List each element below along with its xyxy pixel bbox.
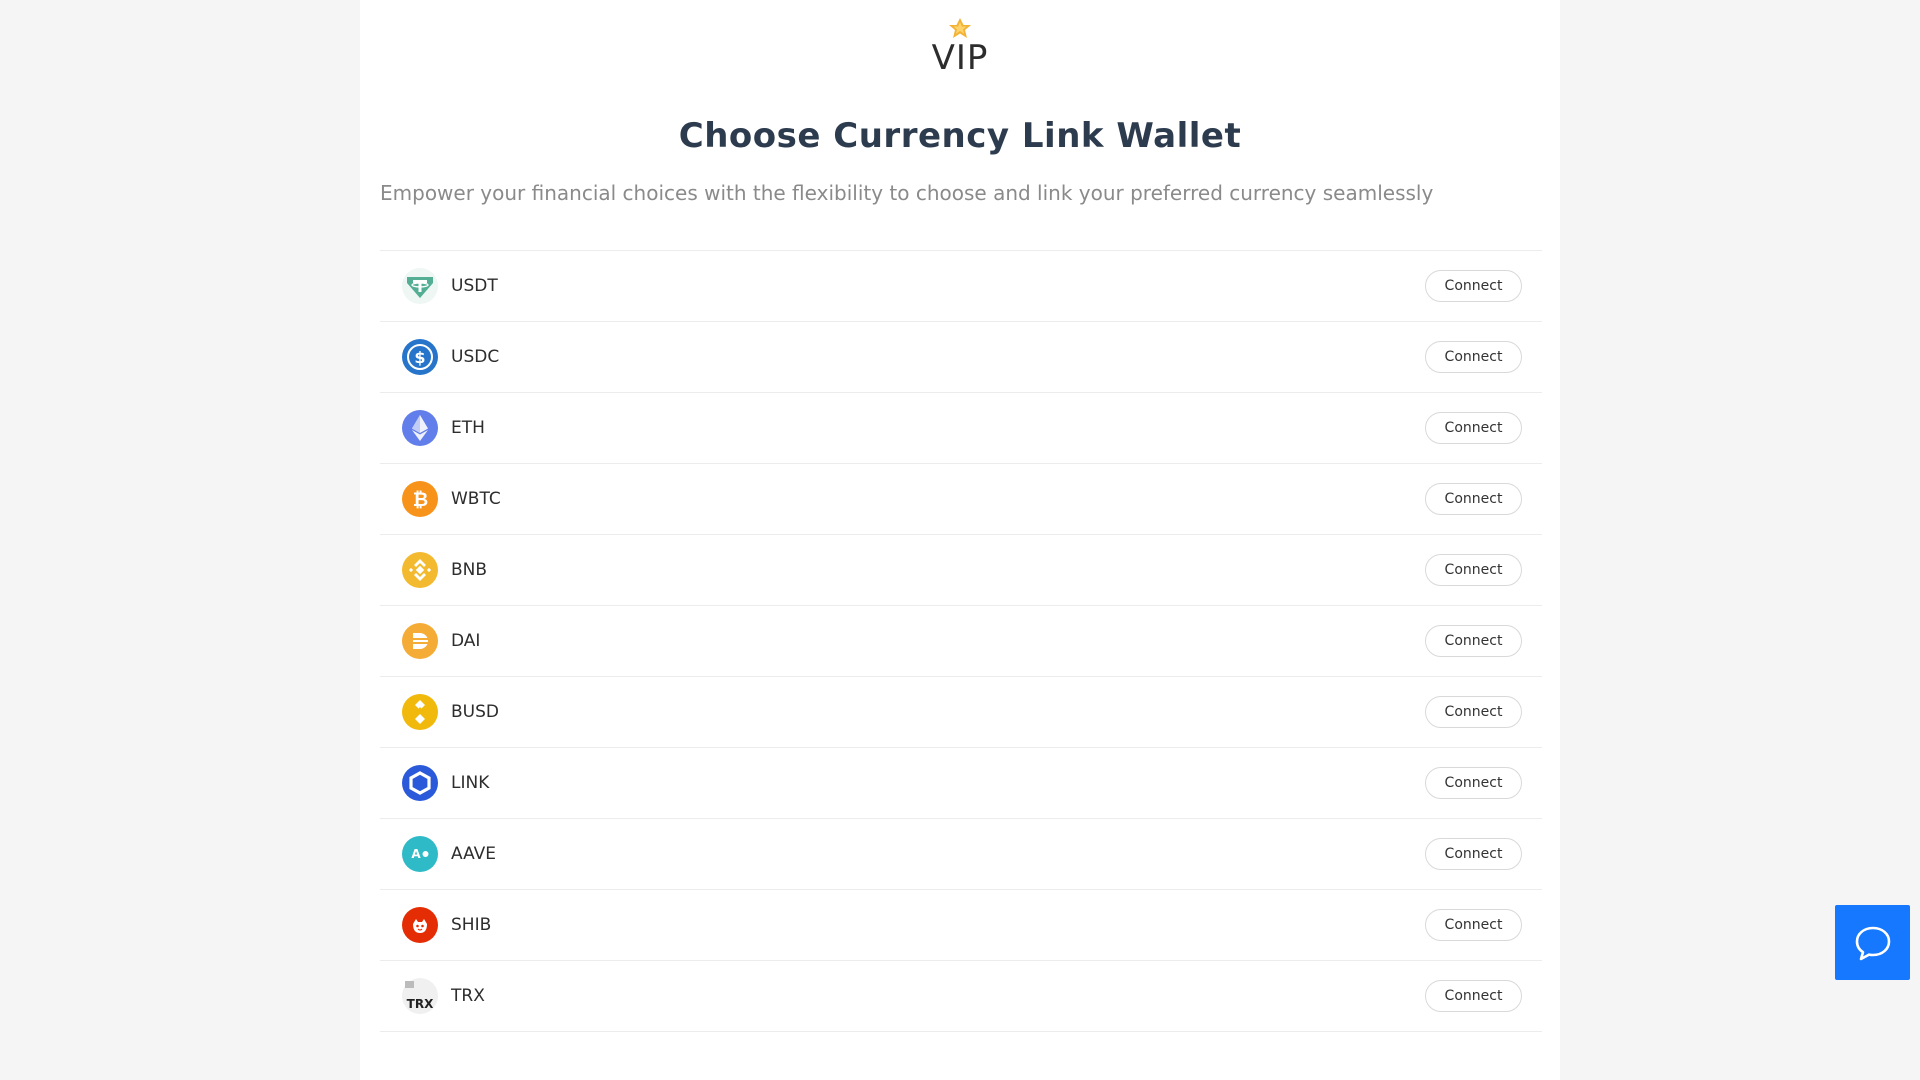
currency-symbol: ETH [451, 418, 485, 438]
vip-logo[interactable]: VIP [360, 18, 1560, 76]
dai-icon [402, 623, 438, 659]
svg-text:TRX: TRX [407, 997, 434, 1011]
page-subtitle: Empower your financial choices with the … [380, 181, 1434, 205]
eth-icon [402, 410, 438, 446]
svg-text:₿: ₿ [413, 489, 428, 511]
busd-icon [402, 694, 438, 730]
aave-icon: A [402, 836, 438, 872]
connect-button-usdc[interactable]: Connect [1425, 341, 1522, 373]
currency-row-link: LINK Connect [380, 748, 1542, 819]
link-icon [402, 765, 438, 801]
connect-button-bnb[interactable]: Connect [1425, 554, 1522, 586]
page-container: VIP Choose Currency Link Wallet Empower … [360, 0, 1560, 1080]
currency-symbol: AAVE [451, 844, 497, 864]
currency-symbol: BNB [451, 560, 488, 580]
currency-row-wbtc: ₿ WBTC Connect [380, 464, 1542, 535]
crown-icon [949, 18, 971, 38]
currency-symbol: TRX [451, 986, 485, 1006]
wbtc-icon: ₿ [402, 481, 438, 517]
currency-row-usdc: $ USDC Connect [380, 322, 1542, 393]
currency-row-dai: DAI Connect [380, 606, 1542, 677]
chat-button[interactable] [1835, 905, 1910, 980]
currency-symbol: DAI [451, 631, 481, 651]
currency-row-aave: A AAVE Connect [380, 819, 1542, 890]
page-title: Choose Currency Link Wallet [678, 116, 1242, 156]
connect-button-link[interactable]: Connect [1425, 767, 1522, 799]
currency-row-trx: TRX TRX Connect [380, 961, 1542, 1032]
svg-text:$: $ [414, 348, 425, 367]
currency-symbol: USDT [451, 276, 498, 296]
svg-text:A: A [411, 847, 421, 861]
shib-icon [402, 907, 438, 943]
currency-symbol: BUSD [451, 702, 499, 722]
currency-row-usdt: USDT Connect [380, 251, 1542, 322]
currency-row-shib: SHIB Connect [380, 890, 1542, 961]
usdc-icon: $ [402, 339, 438, 375]
currency-symbol: USDC [451, 347, 500, 367]
currency-symbol: SHIB [451, 915, 492, 935]
connect-button-dai[interactable]: Connect [1425, 625, 1522, 657]
connect-button-eth[interactable]: Connect [1425, 412, 1522, 444]
connect-button-usdt[interactable]: Connect [1425, 270, 1522, 302]
currency-row-eth: ETH Connect [380, 393, 1542, 464]
usdt-icon [402, 268, 438, 304]
currency-list: USDT Connect $ USDC Connect ETH Connect … [380, 250, 1542, 1032]
connect-button-trx[interactable]: Connect [1425, 980, 1522, 1012]
connect-button-aave[interactable]: Connect [1425, 838, 1522, 870]
currency-row-busd: BUSD Connect [380, 677, 1542, 748]
chat-bubble-icon [1855, 926, 1890, 960]
currency-symbol: WBTC [451, 489, 501, 509]
currency-symbol: LINK [451, 773, 490, 793]
connect-button-shib[interactable]: Connect [1425, 909, 1522, 941]
bnb-icon [402, 552, 438, 588]
connect-button-busd[interactable]: Connect [1425, 696, 1522, 728]
logo-text: VIP [931, 38, 989, 78]
trx-icon: TRX [402, 978, 438, 1014]
currency-row-bnb: BNB Connect [380, 535, 1542, 606]
connect-button-wbtc[interactable]: Connect [1425, 483, 1522, 515]
